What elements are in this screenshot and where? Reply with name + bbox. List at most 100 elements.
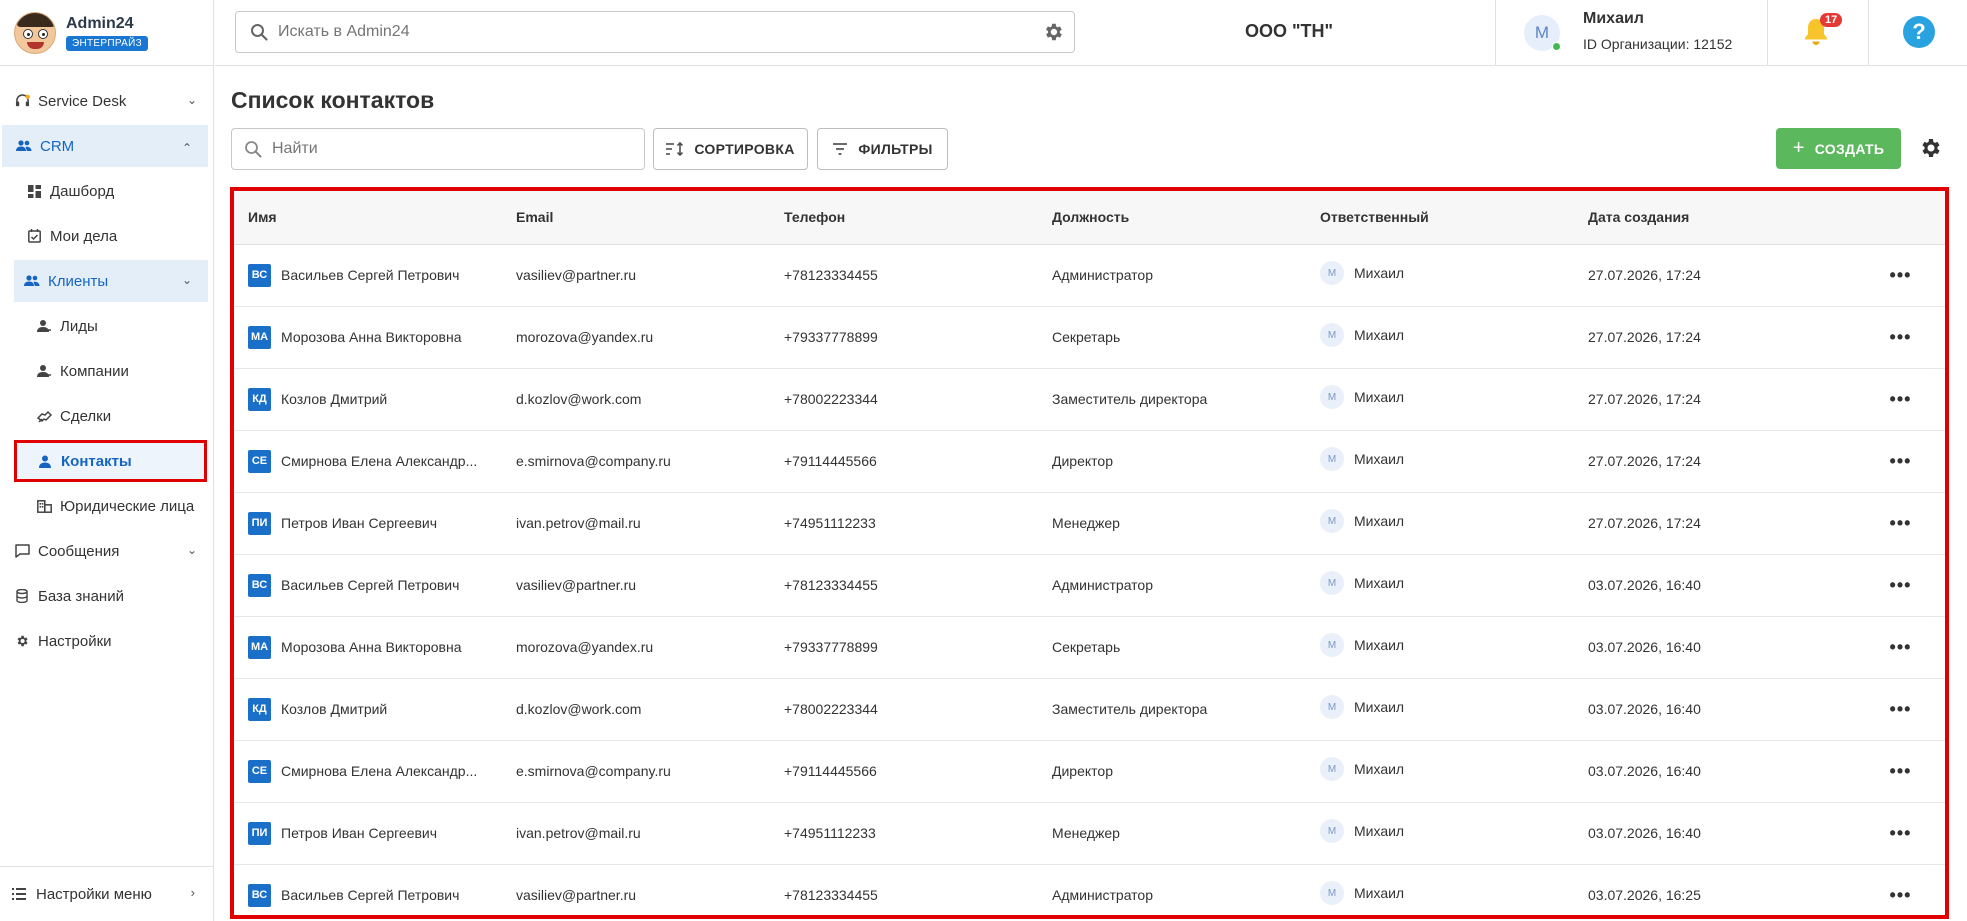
sort-button[interactable]: СОРТИРОВКА [653, 128, 808, 170]
contact-name[interactable]: Морозова Анна Викторовна [281, 329, 462, 345]
cell-name[interactable]: ВС Васильев Сергей Петрович [234, 864, 502, 915]
contact-name[interactable]: Петров Иван Сергеевич [281, 515, 437, 531]
cell-email: e.smirnova@company.ru [502, 740, 770, 803]
sidebar-item-deals[interactable]: Сделки [0, 395, 213, 437]
brand[interactable]: Admin24 ЭНТЕРПРАЙЗ [0, 0, 213, 66]
row-menu-button[interactable]: ••• [1842, 616, 1945, 679]
cell-created: 03.07.2026, 16:40 [1574, 554, 1842, 617]
cell-name[interactable]: МА Морозова Анна Викторовна [234, 616, 502, 679]
contact-name[interactable]: Васильев Сергей Петрович [281, 267, 459, 283]
responsible-avatar: М [1320, 633, 1344, 657]
column-header-email[interactable]: Email [502, 191, 770, 245]
contact-name[interactable]: Козлов Дмитрий [281, 701, 387, 717]
sidebar-item-companies[interactable]: Компании [0, 350, 213, 392]
column-header-position[interactable]: Должность [1038, 191, 1306, 245]
cell-name[interactable]: КД Козлов Дмитрий [234, 678, 502, 741]
responsible-avatar: М [1320, 819, 1344, 843]
contact-name[interactable]: Петров Иван Сергеевич [281, 825, 437, 841]
list-icon [12, 888, 26, 900]
menu-settings-button[interactable]: Настройки меню › [0, 866, 213, 921]
handshake-icon [36, 408, 52, 424]
cell-name[interactable]: СЕ Смирнова Елена Александр... [234, 430, 502, 493]
table-row[interactable]: СЕ Смирнова Елена Александр... e.smirnov… [234, 430, 1945, 493]
user-profile[interactable]: М Михаил ID Организации: 12152 [1495, 0, 1767, 66]
row-menu-button[interactable]: ••• [1842, 244, 1945, 307]
row-menu-button[interactable]: ••• [1842, 740, 1945, 803]
cell-name[interactable]: ПИ Петров Иван Сергеевич [234, 802, 502, 865]
chevron-right-icon: › [190, 885, 195, 900]
contact-name[interactable]: Козлов Дмитрий [281, 391, 387, 407]
row-menu-button[interactable]: ••• [1842, 864, 1945, 915]
sidebar-item-legal-entities[interactable]: Юридические лица [0, 485, 213, 527]
help-button[interactable]: ? [1868, 0, 1967, 66]
cell-name[interactable]: КД Козлов Дмитрий [234, 368, 502, 431]
sidebar-item-label: Компании [60, 362, 129, 380]
organization-id: ID Организации: 12152 [1583, 36, 1733, 52]
contacts-search[interactable] [231, 128, 645, 170]
sidebar-item-label: Мои дела [50, 227, 118, 245]
sidebar-item-dashboard[interactable]: Дашборд [0, 170, 213, 212]
cell-email: morozova@yandex.ru [502, 306, 770, 369]
cell-created: 03.07.2026, 16:25 [1574, 864, 1842, 915]
row-menu-button[interactable]: ••• [1842, 554, 1945, 617]
row-menu-button[interactable]: ••• [1842, 492, 1945, 555]
table-row[interactable]: ВС Васильев Сергей Петрович vasiliev@par… [234, 864, 1945, 915]
cell-phone: +79337778899 [770, 616, 1038, 679]
table-row[interactable]: КД Козлов Дмитрий d.kozlov@work.com +780… [234, 368, 1945, 431]
global-search-input[interactable] [278, 23, 1038, 41]
sidebar-item-knowledge-base[interactable]: База знаний [0, 575, 213, 617]
sidebar-item-my-tasks[interactable]: Мои дела [0, 215, 213, 257]
create-button[interactable]: + СОЗДАТЬ [1776, 128, 1901, 169]
table-row[interactable]: ВС Васильев Сергей Петрович vasiliev@par… [234, 554, 1945, 617]
page-title: Список контактов [231, 87, 435, 113]
cell-responsible: М Михаил [1306, 244, 1574, 307]
cell-name[interactable]: МА Морозова Анна Викторовна [234, 306, 502, 369]
cell-email: e.smirnova@company.ru [502, 430, 770, 493]
search-settings-icon[interactable] [1042, 21, 1064, 48]
contact-name[interactable]: Смирнова Елена Александр... [281, 453, 477, 469]
cell-name[interactable]: ВС Васильев Сергей Петрович [234, 244, 502, 307]
plus-icon: + [1792, 137, 1805, 159]
contact-name[interactable]: Васильев Сергей Петрович [281, 577, 459, 593]
sidebar-item-service-desk[interactable]: Service Desk ⌄ [0, 80, 213, 122]
database-icon [14, 588, 30, 604]
row-menu-button[interactable]: ••• [1842, 678, 1945, 741]
global-search[interactable] [235, 11, 1075, 53]
sidebar-item-messages[interactable]: Сообщения ⌄ [0, 530, 213, 572]
table-row[interactable]: МА Морозова Анна Викторовна morozova@yan… [234, 616, 1945, 679]
contact-name[interactable]: Васильев Сергей Петрович [281, 887, 459, 903]
responsible-avatar: М [1320, 757, 1344, 781]
search-icon [250, 23, 268, 41]
table-row[interactable]: ПИ Петров Иван Сергеевич ivan.petrov@mai… [234, 802, 1945, 865]
table-row[interactable]: ПИ Петров Иван Сергеевич ivan.petrov@mai… [234, 492, 1945, 555]
sidebar-item-clients[interactable]: Клиенты ⌄ [14, 260, 208, 302]
contacts-search-input[interactable] [272, 140, 632, 158]
sidebar-item-leads[interactable]: Лиды [0, 305, 213, 347]
contact-name[interactable]: Смирнова Елена Александр... [281, 763, 477, 779]
sidebar-item-settings[interactable]: Настройки [0, 620, 213, 662]
table-settings-icon[interactable] [1918, 136, 1942, 165]
column-header-responsible[interactable]: Ответственный [1306, 191, 1574, 245]
row-menu-button[interactable]: ••• [1842, 368, 1945, 431]
table-row[interactable]: ВС Васильев Сергей Петрович vasiliev@par… [234, 244, 1945, 307]
calendar-check-icon [26, 228, 42, 244]
brand-logo-icon [14, 11, 56, 54]
contact-name[interactable]: Морозова Анна Викторовна [281, 639, 462, 655]
sidebar-item-crm[interactable]: CRM ⌃ [2, 125, 208, 167]
row-menu-button[interactable]: ••• [1842, 802, 1945, 865]
table-row[interactable]: СЕ Смирнова Елена Александр... e.smirnov… [234, 740, 1945, 803]
sidebar-item-contacts[interactable]: Контакты [14, 440, 207, 482]
row-menu-button[interactable]: ••• [1842, 430, 1945, 493]
cell-name[interactable]: СЕ Смирнова Елена Александр... [234, 740, 502, 803]
column-header-created[interactable]: Дата создания [1574, 191, 1842, 245]
cell-name[interactable]: ПИ Петров Иван Сергеевич [234, 492, 502, 555]
filter-button[interactable]: ФИЛЬТРЫ [817, 128, 948, 170]
column-header-name[interactable]: Имя [234, 191, 502, 245]
table-row[interactable]: КД Козлов Дмитрий d.kozlov@work.com +780… [234, 678, 1945, 741]
column-header-phone[interactable]: Телефон [770, 191, 1038, 245]
table-row[interactable]: МА Морозова Анна Викторовна morozova@yan… [234, 306, 1945, 369]
cell-position: Секретарь [1038, 306, 1306, 369]
cell-name[interactable]: ВС Васильев Сергей Петрович [234, 554, 502, 617]
row-menu-button[interactable]: ••• [1842, 306, 1945, 369]
notifications-button[interactable]: 17 [1767, 0, 1868, 66]
